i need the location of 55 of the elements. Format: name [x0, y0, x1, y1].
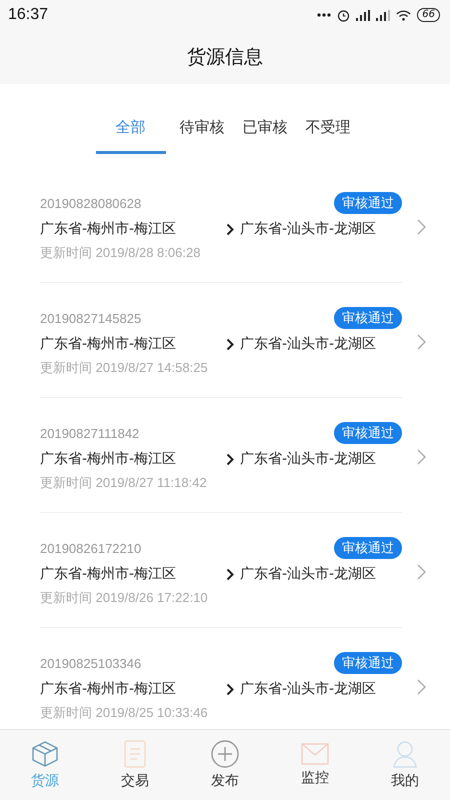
- order-item[interactable]: 20190828080628 审核通过 广东省-梅州市-梅江区 广东省-汕头市-龙湖区 更新时间 2019/8/28 8:06:28: [40, 168, 402, 283]
- chevron-right-icon: [417, 679, 426, 695]
- order-number: 20190825103346: [40, 656, 142, 670]
- person-icon: [392, 740, 418, 768]
- document-icon: [124, 740, 146, 768]
- order-number: 20190826172210: [40, 540, 142, 556]
- destination-text: 广东省-汕头市-龙湖区: [240, 450, 376, 468]
- more-icon: [317, 13, 332, 17]
- filter-tab[interactable]: 已审核: [238, 118, 292, 154]
- nav-tab[interactable]: 监控: [270, 730, 360, 800]
- order-item[interactable]: 20190827145825 审核通过 广东省-梅州市-梅江区 广东省-汕头市-龙湖区 更新时间 2019/8/27 14:58:25: [40, 283, 402, 398]
- origin-text: 广东省-梅州市-梅江区: [40, 220, 178, 238]
- status-badge: 审核通过: [334, 307, 402, 329]
- status-badge: 审核通过: [334, 192, 402, 214]
- order-item[interactable]: 20190827111842 审核通过 广东省-梅州市-梅江区 广东省-汕头市-龙湖区 更新时间 2019/8/27 11:18:42: [40, 398, 402, 513]
- origin-text: 广东省-梅州市-梅江区: [40, 450, 178, 468]
- filter-tab[interactable]: 全部: [96, 118, 166, 154]
- destination-text: 广东省-汕头市-龙湖区: [240, 220, 376, 238]
- nav-tab[interactable]: 发布: [180, 730, 270, 800]
- plus-circle-icon: [211, 740, 239, 768]
- status-badge: 审核通过: [334, 422, 402, 444]
- box-icon: [31, 740, 59, 768]
- nav-tab[interactable]: 我的: [360, 730, 450, 800]
- filter-tab[interactable]: 待审核: [176, 118, 228, 154]
- order-number: 20190827111842: [40, 426, 140, 440]
- order-number: 20190828080628: [40, 196, 142, 210]
- update-time: 更新时间 2019/8/27 14:58:25: [40, 359, 209, 377]
- nav-tab[interactable]: 交易: [90, 730, 180, 800]
- chevron-right-icon: [417, 449, 426, 465]
- battery-level: 66: [417, 8, 440, 22]
- update-time: 更新时间 2019/8/27 11:18:42: [40, 474, 208, 492]
- filter-tab[interactable]: 不受理: [302, 118, 354, 154]
- page-title: 货源信息: [187, 45, 263, 70]
- wifi-icon: [396, 10, 412, 20]
- order-item[interactable]: 20190826172210 审核通过 广东省-梅州市-梅江区 广东省-汕头市-龙湖区 更新时间 2019/8/26 17:22:10: [40, 513, 402, 628]
- origin-text: 广东省-梅州市-梅江区: [40, 565, 178, 583]
- order-number: 20190827145825: [40, 310, 142, 326]
- chevron-right-icon: [417, 219, 426, 235]
- update-time: 更新时间 2019/8/25 10:33:46: [40, 704, 209, 722]
- destination-text: 广东省-汕头市-龙湖区: [240, 565, 376, 583]
- origin-text: 广东省-梅州市-梅江区: [40, 680, 178, 698]
- origin-text: 广东省-梅州市-梅江区: [40, 335, 178, 353]
- destination-text: 广东省-汕头市-龙湖区: [240, 335, 376, 353]
- chevron-right-icon: [417, 334, 426, 350]
- update-time: 更新时间 2019/8/26 17:22:10: [40, 589, 209, 607]
- envelope-icon: [301, 743, 329, 765]
- chevron-right-icon: [417, 564, 426, 580]
- signal-icon: [356, 10, 370, 20]
- status-badge: 审核通过: [334, 652, 402, 674]
- status-badge: 审核通过: [334, 537, 402, 559]
- destination-text: 广东省-汕头市-龙湖区: [240, 680, 376, 698]
- update-time: 更新时间 2019/8/28 8:06:28: [40, 244, 202, 262]
- signal-icon: [376, 10, 390, 20]
- status-time: 16:37: [8, 6, 48, 24]
- alarm-icon: [337, 8, 350, 22]
